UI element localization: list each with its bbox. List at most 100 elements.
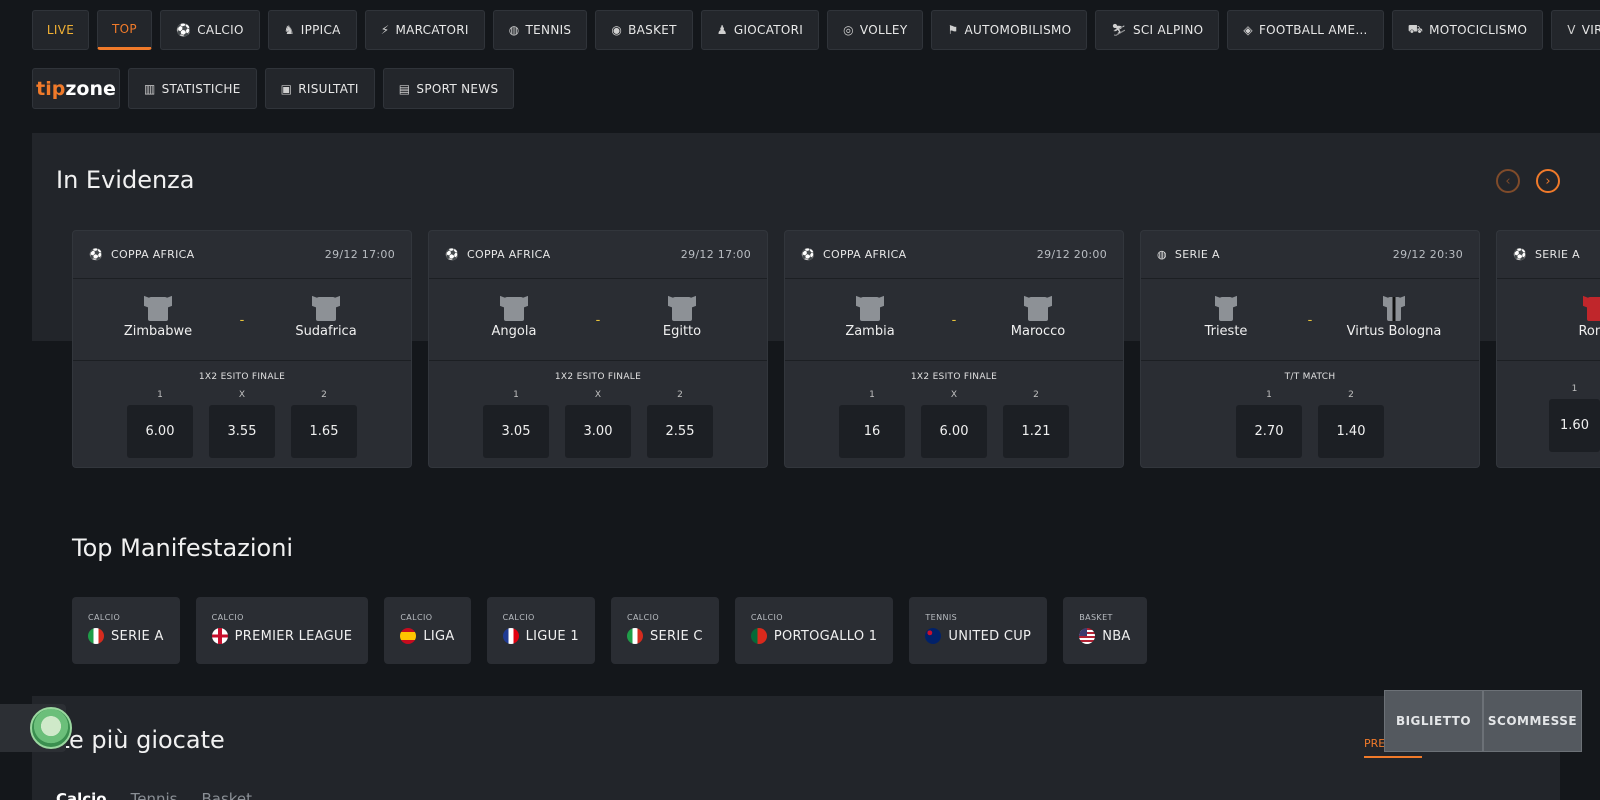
chevron-left-icon: ‹ [1505,173,1511,189]
nav-automobilismo[interactable]: ⚑ AUTOMOBILISMO [931,10,1088,50]
tournament-chip[interactable]: BASKET NBA [1063,597,1147,664]
bets-button[interactable]: SCOMMESSE [1483,690,1582,752]
nav-label: MOTOCICLISMO [1429,23,1528,37]
tournament-name: UNITED CUP [948,628,1032,644]
tournament-row: LIGA [400,628,454,644]
tournament-chip[interactable]: CALCIO LIGA [384,597,471,664]
nav-marcatori[interactable]: ⚡ MARCATORI [364,10,485,50]
tab-tennis[interactable]: Tennis [131,790,178,800]
virtual-icon: V [1567,23,1576,37]
event-teams: Roma [1497,279,1600,361]
tab-basket[interactable]: Basket [201,790,252,800]
event-time: 29/12 17:00 [324,248,395,261]
odd-button[interactable]: 1.40 [1318,405,1384,458]
nav-sport-news[interactable]: ▤ SPORT NEWS [382,68,515,109]
away-team: Marocco [963,297,1113,339]
odd-x: X 3.00 [565,390,631,458]
odd-2: 2 1.65 [291,390,357,458]
odd-1: 1 3.05 [483,390,549,458]
event-card-header: ⚽ COPPA AFRICA 29/12 17:00 [429,231,767,279]
tournament-row: PORTOGALLO 1 [750,628,878,644]
league-name: COPPA AFRICA [467,248,551,261]
carousel-prev-button[interactable]: ‹ [1496,169,1520,193]
odd-label: X [238,390,246,400]
nav-volley[interactable]: ◎ VOLLEY [827,10,924,50]
tournament-chip[interactable]: CALCIO PREMIER LEAGUE [195,597,369,664]
event-card[interactable]: ⚽ COPPA AFRICA 29/12 17:00 Angola - Egitt… [428,230,768,468]
home-team: Zambia [795,297,945,339]
tournament-sport: CALCIO [88,613,121,622]
checkered-flag-icon: ⚑ [947,23,959,37]
tournament-name: SERIE C [649,628,703,644]
odd-button[interactable]: 6.00 [921,405,987,458]
event-card-header: ⚽ COPPA AFRICA 29/12 17:00 [73,231,411,279]
tournament-row: PREMIER LEAGUE [211,628,353,644]
nav-basket[interactable]: ◉ BASKET [595,10,693,50]
tipzone-logo[interactable]: tip zone [32,68,120,109]
nav-virtual[interactable]: V VIRTUAL [1551,10,1600,50]
odd-button[interactable]: 3.00 [565,405,631,458]
tennis-ball-icon: ◍ [508,23,520,37]
tournament-chip[interactable]: CALCIO PORTOGALLO 1 [734,597,894,664]
odd-button[interactable]: 16 [839,405,905,458]
odd-button[interactable]: 1.65 [291,405,357,458]
skier-icon: ⛷ [1111,23,1127,37]
nav-live[interactable]: LIVE [32,10,89,50]
tournament-chip[interactable]: CALCIO LIGUE 1 [486,597,595,664]
event-teams: Angola - Egitto [429,279,767,361]
home-team: Roma [1537,297,1600,339]
league-name: SERIE A [1535,248,1580,261]
nav-football-americano[interactable]: ◈ FOOTBALL AME… [1227,10,1384,50]
ticket-button[interactable]: BIGLIETTO [1384,690,1483,752]
odd-button[interactable]: 3.05 [483,405,549,458]
team-name: Sudafrica [295,324,357,339]
event-card[interactable]: ⚽SERIE A Roma 11.60 [1496,230,1600,468]
nav-sci-alpino[interactable]: ⛷ SCI ALPINO [1095,10,1220,50]
bet-slip-panel: BIGLIETTO SCOMMESSE [1384,690,1582,752]
team-name: Virtus Bologna [1346,324,1442,339]
tournament-sport: CALCIO [211,613,244,622]
volleyball-icon: ◎ [843,23,854,37]
nav-statistiche[interactable]: ▥ STATISTICHE [128,68,257,109]
nav-risultati[interactable]: ▣ RISULTATI [264,68,375,109]
nav-label: RISULTATI [298,81,359,96]
tab-calcio[interactable]: Calcio [56,790,107,800]
nav-calcio[interactable]: ⚽ CALCIO [160,10,260,50]
soccer-ball-icon: ⚽ [89,248,103,261]
tournament-sport: TENNIS [925,613,958,622]
odd-button[interactable]: 2.70 [1236,405,1302,458]
event-card[interactable]: ◍ SERIE A 29/12 20:30 Trieste - Virtus Bo… [1140,230,1480,468]
odd-label: 2 [321,390,327,400]
tournament-chip[interactable]: CALCIO SERIE A [72,597,180,664]
odd-button[interactable]: 1.60 [1549,399,1600,452]
away-team: Sudafrica [251,297,401,339]
nav-giocatori[interactable]: ♟ GIOCATORI [700,10,820,50]
odds-row: 1 3.05 X 3.00 2 2.55 [429,390,767,458]
nav-motociclismo[interactable]: ⛟ MOTOCICLISMO [1391,10,1544,50]
event-league: ⚽ SERIE A [1513,248,1580,261]
team-name: Trieste [1204,324,1248,339]
tournament-sport: CALCIO [750,613,783,622]
nav-ippica[interactable]: ♞ IPPICA [267,10,357,50]
italy-flag-icon [626,628,643,644]
helmet-icon: ◈ [1243,23,1253,37]
market-name: 1X2 ESITO FINALE [910,372,998,382]
event-card[interactable]: ⚽ COPPA AFRICA 29/12 17:00 Zimbabwe - Sud… [72,230,412,468]
event-card[interactable]: ⚽ COPPA AFRICA 29/12 20:00 Zambia - Maroc… [784,230,1124,468]
odd-label: 2 [1033,390,1039,400]
carousel-next-button[interactable]: › [1536,169,1560,193]
versus-separator: - [595,313,601,328]
odd-button[interactable]: 3.55 [209,405,275,458]
tournament-chip[interactable]: CALCIO SERIE C [610,597,719,664]
tournament-chip[interactable]: TENNIS UNITED CUP [909,597,1048,664]
odd-button[interactable]: 6.00 [127,405,193,458]
nav-label: SCI ALPINO [1132,23,1204,37]
assistant-avatar-icon[interactable] [30,707,72,749]
tournament-row: NBA [1079,628,1130,644]
event-teams: Zimbabwe - Sudafrica [73,279,411,361]
odd-button[interactable]: 2.55 [647,405,713,458]
event-league: ⚽ COPPA AFRICA [89,248,194,261]
nav-top[interactable]: TOP [97,10,152,50]
odd-button[interactable]: 1.21 [1003,405,1069,458]
nav-tennis[interactable]: ◍ TENNIS [492,10,588,50]
